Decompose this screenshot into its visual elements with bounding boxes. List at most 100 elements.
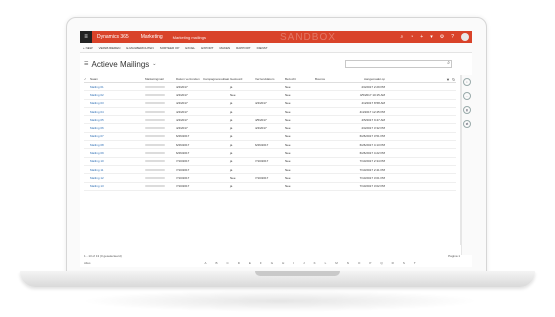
command-delete[interactable]: VERWIJDEREN [99,46,121,50]
cell-name[interactable]: Mailing 12 [90,176,145,180]
column-name[interactable]: Naam [90,77,145,81]
cell-sent-date: 7/10/2017 [176,175,190,180]
cell-send-date: 4/5/2017 [255,117,267,122]
area-name[interactable]: Marketing [141,34,163,40]
alpha-letter[interactable]: M [335,261,338,265]
filter-icon[interactable]: ▾ [430,34,433,40]
column-created[interactable]: Aangemaakt op [345,77,385,81]
table-row[interactable]: Mailing 06 4/4/2017 ja 4/4/2017 Nee 4/4/2017 … [84,124,456,133]
plus-icon[interactable]: + [420,34,423,40]
alpha-letter[interactable]: B [216,261,218,265]
cell-send-date: 4/4/2017 [255,101,267,106]
cell-name[interactable]: Mailing 08 [90,143,145,147]
alpha-letter[interactable]: K [314,261,316,265]
cell-name[interactable]: Mailing 13 [90,184,145,188]
alpha-letter[interactable]: Q [380,261,382,265]
avatar[interactable] [461,33,469,41]
cell-name[interactable]: Mailing 04 [90,110,145,114]
command-excel[interactable]: EXCEL [185,46,195,50]
chat-icon[interactable]: … [463,92,471,100]
refresh-icon[interactable]: ↻ [452,77,455,82]
alpha-all[interactable]: Alles [84,261,91,265]
app-name[interactable]: Dynamics 365 [97,34,129,40]
cell-name[interactable]: Mailing 01 [90,85,145,89]
cell-sent-date: 6/26/2017 [176,151,190,156]
alpha-letter[interactable]: J [303,261,305,265]
alpha-letter[interactable]: A [205,261,207,265]
filter-icon[interactable]: ▼ [446,77,450,82]
command-create[interactable]: MAKEN [219,46,230,50]
alpha-letter[interactable]: R [392,261,394,265]
column-sent[interactable]: Gestuurd [230,77,255,81]
command-report[interactable]: RAPPORT [236,46,250,50]
table-row[interactable]: Mailing 09 6/26/2017 ja Nee 6/26/2017 4:22 P… [84,149,456,158]
column-visited[interactable]: Bezocht [285,77,315,81]
page-breadcrumb[interactable]: Marketing mailings [173,35,206,40]
command-email[interactable]: E-MAILBERICHTEN [126,46,153,50]
cell-name[interactable]: Mailing 11 [90,168,145,172]
command-sort[interactable]: SORTEER OP [160,46,180,50]
search-icon[interactable]: ⌕ [447,60,450,66]
search-icon[interactable]: ⌕ [400,34,403,40]
cell-marketingmail [145,85,176,89]
cell-name[interactable]: Mailing 05 [90,118,145,122]
alpha-letter[interactable]: P [369,261,371,265]
table-row[interactable]: Mailing 11 7/10/2017 ja Nee 7/10/2017 2:41 P… [84,166,456,175]
search-input[interactable] [345,60,452,68]
table-row[interactable]: Mailing 04 4/4/2017 ja Nee 4/4/2017 12:45 PM [84,108,456,117]
cell-visited: Nee [285,159,291,164]
alpha-letter[interactable]: D [238,261,240,265]
alpha-letter[interactable]: O [358,261,360,265]
table-row[interactable]: Mailing 02 4/4/2017 Nee Nee 4/5/2017 10:15 A… [84,91,456,100]
cell-name[interactable]: Mailing 10 [90,159,145,163]
view-title[interactable]: Actieve Mailings [91,60,149,69]
alpha-letter[interactable]: H [282,261,284,265]
share-icon[interactable]: ⇄ [463,120,471,128]
alpha-letter[interactable]: N [347,261,349,265]
command-service[interactable]: DIENST [257,46,268,50]
task-icon[interactable]: ◔ [410,34,413,40]
command-export[interactable]: EXPORT [201,46,213,50]
command-new[interactable]: + NEW [83,46,93,50]
cell-name[interactable]: Mailing 09 [90,151,145,155]
alpha-letter[interactable]: E [249,261,251,265]
alpha-letter[interactable]: C [227,261,229,265]
alpha-letter[interactable]: L [325,261,327,265]
cell-name[interactable]: Mailing 02 [90,93,145,97]
cell-name[interactable]: Mailing 03 [90,101,145,105]
table-row[interactable]: Mailing 10 7/10/2017 ja 7/10/2017 Nee 7/10/20… [84,158,456,166]
cell-created: 6/26/2017 4:22 PM [359,151,385,156]
info-icon[interactable]: i [463,78,471,86]
cell-visited: Nee [285,92,291,97]
column-sent-date[interactable]: Datum verzonden [176,77,203,81]
cell-marketingmail [145,143,176,147]
gear-icon[interactable]: ⚙ [440,34,444,40]
table-row[interactable]: Mailing 12 7/10/2017 Nee 7/10/2017 Nee 7/10/2… [84,174,456,183]
table-row[interactable]: Mailing 08 6/26/2017 ja 6/26/2017 Nee 6/26/20… [84,141,456,150]
alpha-letter[interactable]: G [271,261,273,265]
redacted-text [145,160,165,163]
help-icon[interactable]: ? [451,34,454,40]
alpha-letter[interactable]: S [403,261,405,265]
alpha-letter[interactable]: T [414,261,416,265]
cell-name[interactable]: Mailing 06 [90,126,145,130]
alpha-letter[interactable]: I [293,261,294,265]
chevron-down-icon[interactable]: ⌄ [152,61,156,67]
cell-sent: ja [230,117,233,122]
table-row[interactable]: Mailing 05 4/4/2017 ja 4/5/2017 Nee 4/5/2017 … [84,116,456,125]
grid-header: ✓ Naam Marketingmail Datum verzonden Cam… [84,75,456,83]
column-send-date[interactable]: Verzenddatum [255,77,285,81]
table-row[interactable]: Mailing 13 7/10/2017 ja Nee 7/10/2017 3:02 P… [84,183,456,191]
cell-visited: Nee [285,117,291,122]
table-row[interactable]: Mailing 07 6/26/2017 ja Nee 6/26/2017 3:51 P… [84,133,456,142]
column-bounce[interactable]: Bounce [315,77,345,81]
cell-created: 7/10/2017 3:02 PM [359,184,385,189]
table-row[interactable]: Mailing 01 4/4/2017 ja Nee 4/4/2017 2:29 PM [84,83,456,92]
chart-icon[interactable]: ▮ [463,106,471,114]
column-marketingmail[interactable]: Marketingmail [145,77,176,81]
alpha-letter[interactable]: F [260,261,262,265]
table-row[interactable]: Mailing 03 4/4/2017 ja 4/4/2017 Nee 4/4/2017 … [84,100,456,108]
column-campaign[interactable]: Campagneresultaat [203,77,230,81]
cell-name[interactable]: Mailing 07 [90,134,145,138]
menu-icon[interactable]: ≡ [80,31,92,43]
